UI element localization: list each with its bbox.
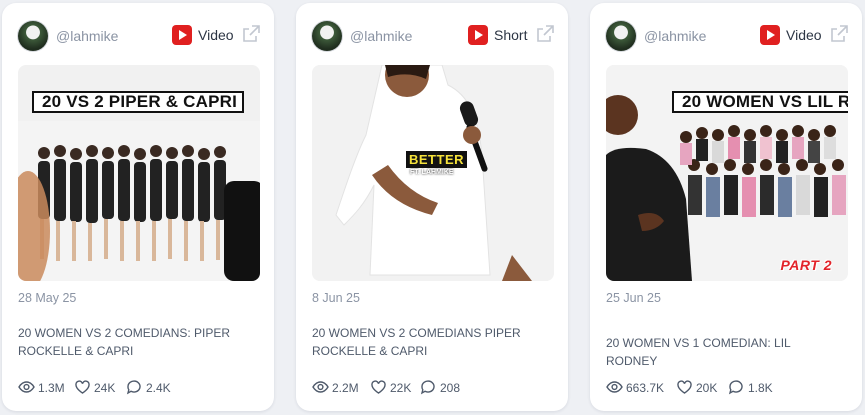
eye-icon: [312, 381, 329, 393]
thumbnail-title: 20 VS 2 PIPER & CAPRI: [32, 91, 244, 113]
thumbnail-subcaption: FT. LAHMIKE: [410, 169, 454, 176]
content-type-label: Video: [198, 27, 234, 43]
heart-icon: [75, 380, 90, 394]
publish-date: 8 Jun 25: [312, 291, 360, 305]
youtube-icon: [172, 25, 192, 45]
avatar[interactable]: [606, 21, 636, 51]
comment-icon: [126, 380, 141, 395]
thumbnail[interactable]: 20 VS 2 PIPER & CAPRI: [18, 65, 260, 281]
external-link-icon[interactable]: [830, 25, 848, 43]
video-card[interactable]: @lahmike Short BETTER FT. LAHMIKE 8 Jun …: [296, 3, 568, 411]
crowd-image: [18, 121, 260, 281]
views-count: 663.7K: [626, 381, 665, 395]
card-header: @lahmike Video: [606, 19, 848, 53]
eye-icon: [18, 381, 35, 393]
video-title[interactable]: 20 WOMEN VS 1 COMEDIAN: LIL RODNEY: [606, 334, 844, 370]
heart-icon: [371, 380, 386, 394]
likes-count: 24K: [94, 381, 116, 395]
eye-icon: [606, 381, 623, 393]
channel-handle[interactable]: @lahmike: [350, 28, 412, 44]
comment-icon: [420, 380, 435, 395]
youtube-icon: [760, 25, 780, 45]
comments-count: 208: [440, 381, 461, 395]
publish-date: 28 May 25: [18, 291, 77, 305]
video-card[interactable]: @lahmike Video 20 WOMEN VS LIL RO PART 2…: [590, 3, 862, 411]
video-title[interactable]: 20 WOMEN VS 2 COMEDIANS: PIPER ROCKELLE …: [18, 324, 256, 360]
card-header: @lahmike Short: [312, 19, 554, 53]
thumbnail[interactable]: 20 WOMEN VS LIL RO PART 2: [606, 65, 848, 281]
publish-date: 25 Jun 25: [606, 291, 661, 305]
thumbnail-title: 20 WOMEN VS LIL RO: [672, 91, 848, 113]
video-card[interactable]: @lahmike Video 20 VS 2 PIPER & CAPRI 28 …: [2, 3, 274, 411]
thumbnail-badge: PART 2: [780, 257, 832, 273]
heart-icon: [677, 380, 692, 394]
content-type-label: Short: [494, 27, 528, 43]
content-type-label: Video: [786, 27, 822, 43]
comment-icon: [728, 380, 743, 395]
video-title[interactable]: 20 WOMEN VS 2 COMEDIANS PIPER ROCKELLE &…: [312, 324, 550, 360]
external-link-icon[interactable]: [536, 25, 554, 43]
comments-count: 2.4K: [146, 381, 171, 395]
views-count: 1.3M: [38, 381, 65, 395]
avatar[interactable]: [18, 21, 48, 51]
youtube-icon: [468, 25, 488, 45]
thumbnail[interactable]: BETTER FT. LAHMIKE: [312, 65, 554, 281]
likes-count: 22K: [390, 381, 412, 395]
likes-count: 20K: [696, 381, 718, 395]
thumbnail-caption: BETTER: [406, 151, 467, 168]
views-count: 2.2M: [332, 381, 359, 395]
avatar[interactable]: [312, 21, 342, 51]
external-link-icon[interactable]: [242, 25, 260, 43]
card-header: @lahmike Video: [18, 19, 260, 53]
channel-handle[interactable]: @lahmike: [56, 28, 118, 44]
channel-handle[interactable]: @lahmike: [644, 28, 706, 44]
comments-count: 1.8K: [748, 381, 773, 395]
